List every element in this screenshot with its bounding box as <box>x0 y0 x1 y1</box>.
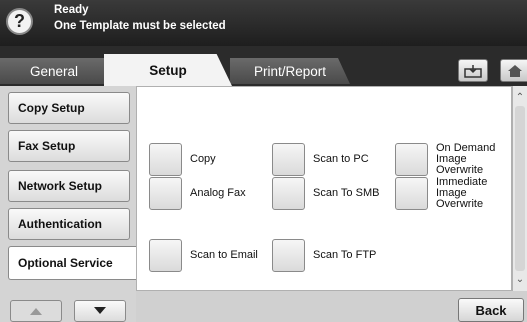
service-label: Scan to Email <box>190 249 258 261</box>
menu-fax-setup[interactable]: Fax Setup <box>8 130 130 162</box>
checkbox[interactable] <box>272 143 305 176</box>
scroll-down-button[interactable] <box>74 300 126 322</box>
service-scan-to-pc[interactable]: Scan to PC <box>272 143 369 176</box>
service-scan-to-smb[interactable]: Scan To SMB <box>272 177 379 210</box>
tab-general[interactable]: General <box>0 58 108 84</box>
help-icon[interactable]: ? <box>6 8 33 35</box>
tray-button[interactable] <box>458 59 488 82</box>
service-copy[interactable]: Copy <box>149 143 216 176</box>
checkbox[interactable] <box>395 177 428 210</box>
tray-icon <box>464 64 482 78</box>
service-label: Analog Fax <box>190 187 246 199</box>
back-button[interactable]: Back <box>458 298 524 322</box>
home-icon <box>508 64 522 77</box>
checkbox[interactable] <box>272 239 305 272</box>
service-label: Copy <box>190 153 216 165</box>
checkbox[interactable] <box>149 177 182 210</box>
tab-print-report[interactable]: Print/Report <box>230 58 350 84</box>
service-label: Scan to PC <box>313 153 369 165</box>
scroll-up-button[interactable] <box>10 300 62 322</box>
service-immediate-image-overwrite[interactable]: Immediate Image Overwrite <box>395 177 496 210</box>
service-label: Immediate Image Overwrite <box>436 176 488 210</box>
home-button[interactable] <box>500 59 527 82</box>
checkbox[interactable] <box>149 143 182 176</box>
menu-network-setup[interactable]: Network Setup <box>8 170 130 202</box>
status-bar: ? Ready One Template must be selected <box>0 0 527 46</box>
scroll-thumb[interactable] <box>515 106 525 271</box>
screen: ? Ready One Template must be selected Ge… <box>0 0 527 322</box>
menu-authentication[interactable]: Authentication <box>8 208 130 240</box>
checkbox[interactable] <box>395 143 428 176</box>
service-label: On Demand Image Overwrite <box>436 142 496 176</box>
service-scan-to-ftp[interactable]: Scan To FTP <box>272 239 376 272</box>
triangle-up-icon <box>30 308 42 315</box>
checkbox[interactable] <box>149 239 182 272</box>
chevron-down-icon[interactable]: ⌄ <box>513 272 527 286</box>
service-panel: Copy Scan to PC On Demand Image Overwrit… <box>136 86 512 291</box>
tab-setup[interactable]: Setup <box>104 54 232 86</box>
triangle-down-icon <box>94 307 106 314</box>
service-label: Scan To FTP <box>313 249 377 261</box>
service-analog-fax[interactable]: Analog Fax <box>149 177 246 210</box>
menu-copy-setup[interactable]: Copy Setup <box>8 92 130 124</box>
service-scan-to-email[interactable]: Scan to Email <box>149 239 258 272</box>
status-line-1: Ready <box>54 4 89 16</box>
status-line-2: One Template must be selected <box>54 20 226 32</box>
scrollbar[interactable]: ⌃ ⌄ <box>512 86 527 291</box>
menu-optional-service[interactable]: Optional Service <box>8 246 138 280</box>
service-on-demand-image-overwrite[interactable]: On Demand Image Overwrite <box>395 143 504 176</box>
chevron-up-icon[interactable]: ⌃ <box>513 90 527 104</box>
checkbox[interactable] <box>272 177 305 210</box>
service-label: Scan To SMB <box>313 187 380 199</box>
